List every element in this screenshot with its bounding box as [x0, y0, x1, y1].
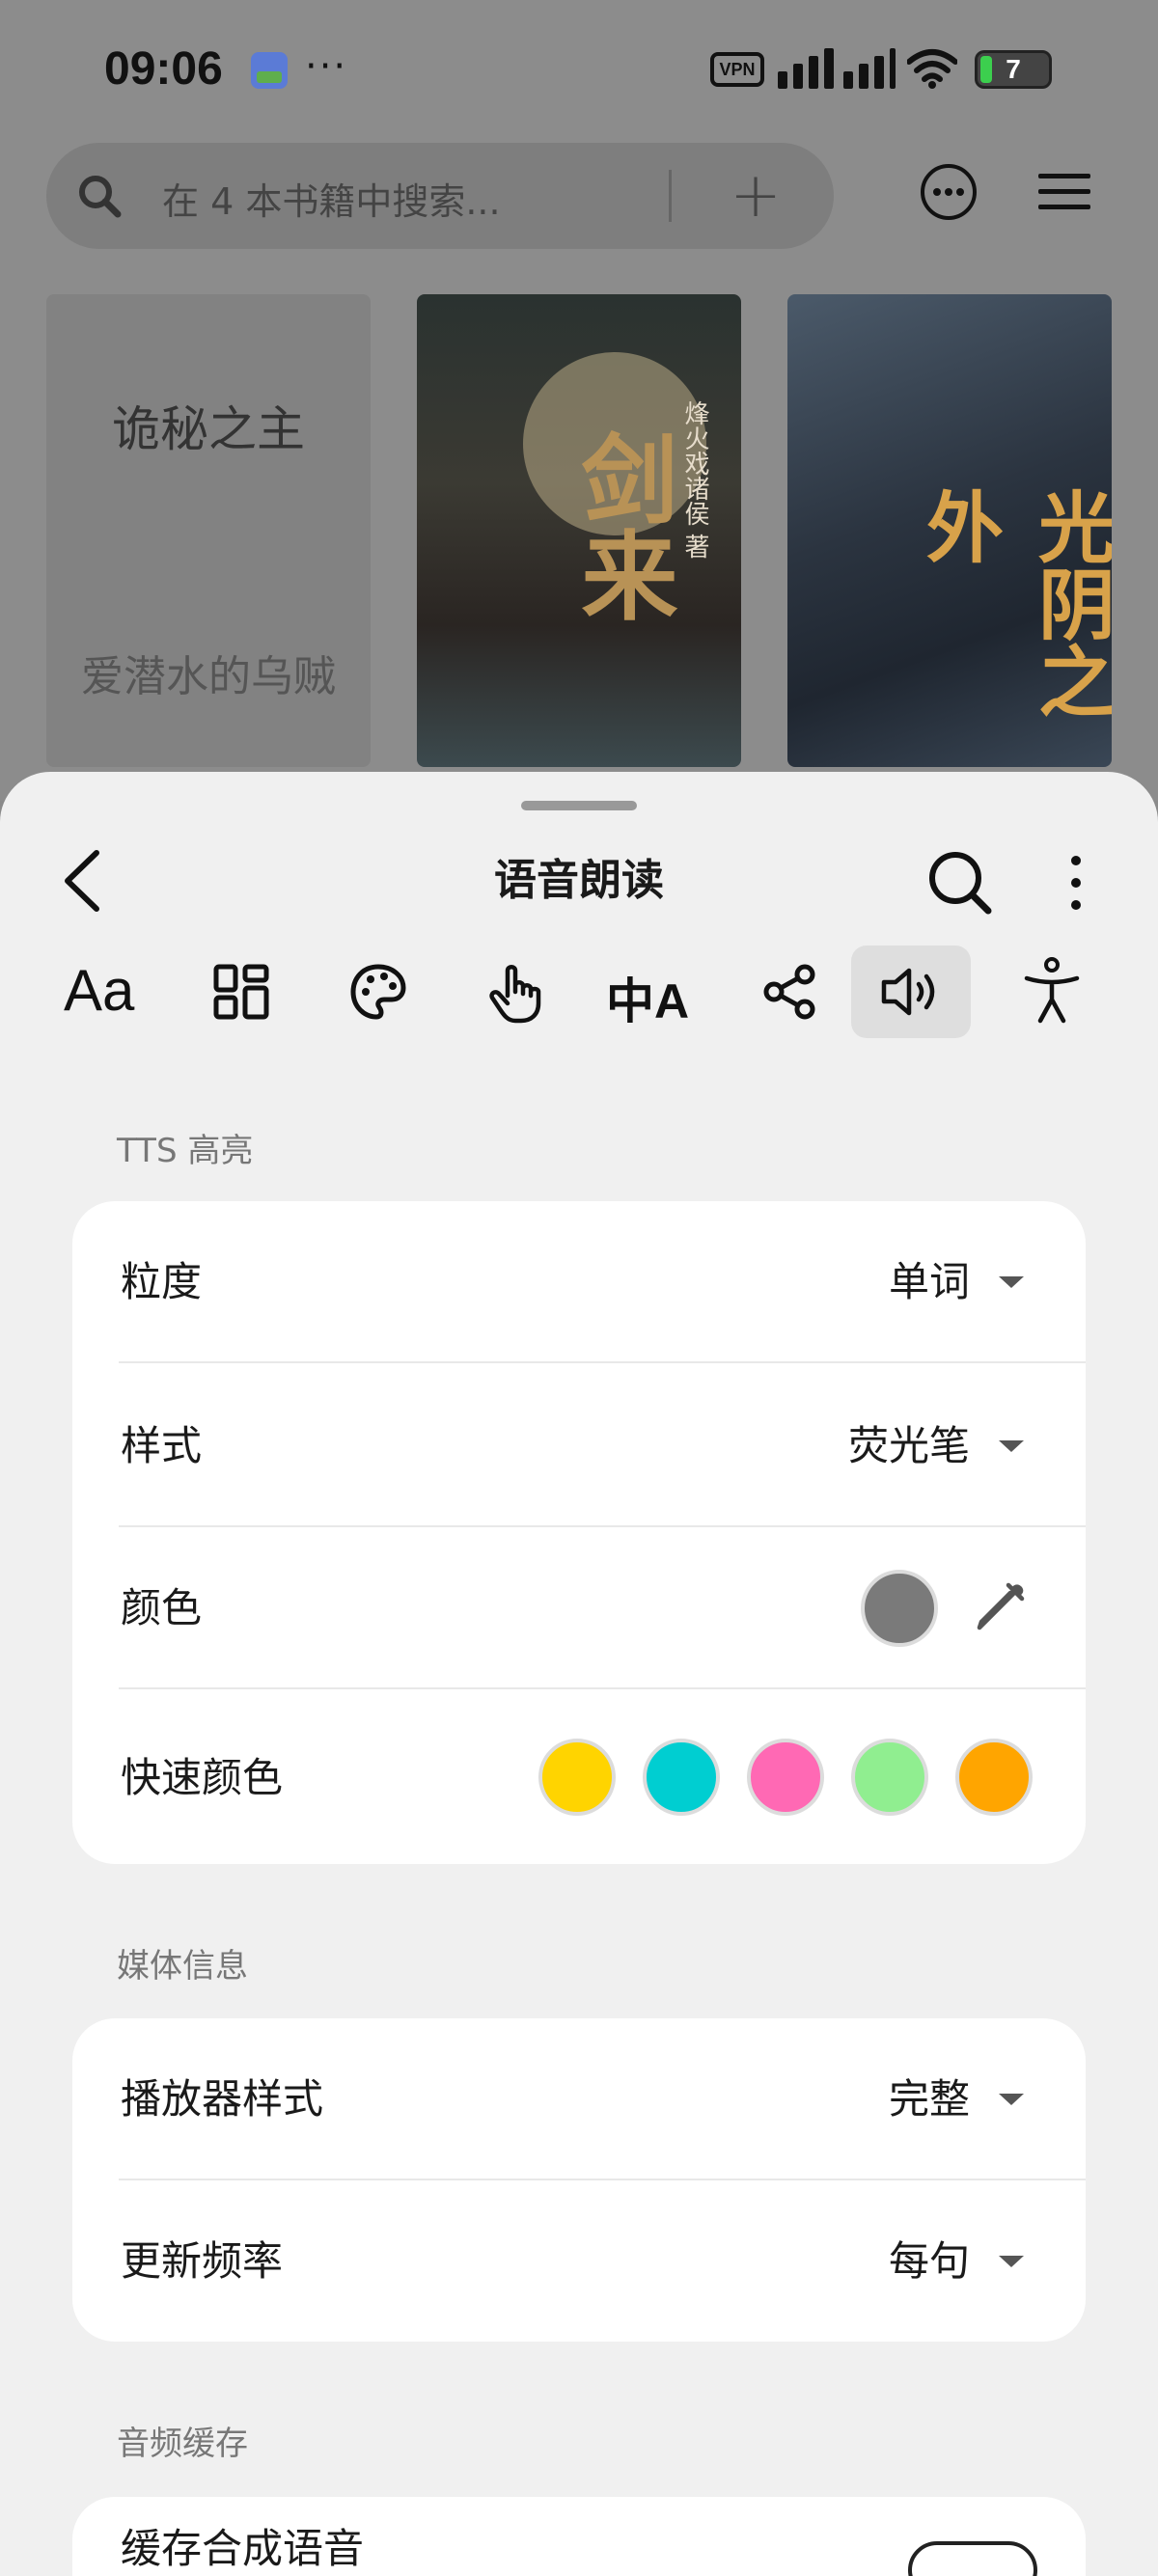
- settings-category-toolbar: Aa 中A: [46, 945, 1112, 1042]
- library-background: 09:06 ··· VPN 7 在 4 本书籍中搜索... + 诡秘之主 爱潜水…: [0, 0, 1158, 801]
- section-label-tts-highlight: TTS 高亮: [117, 1132, 254, 1170]
- color-label: 颜色: [121, 1584, 203, 1631]
- style-row[interactable]: 样式 荧光笔: [72, 1365, 1086, 1527]
- quick-colors-row: 快速颜色: [72, 1691, 1086, 1853]
- speaker-icon: [881, 968, 935, 1016]
- quick-color-swatch[interactable]: [955, 1739, 1033, 1816]
- palette-icon: [350, 964, 406, 1020]
- book-title: 光阴之外: [914, 487, 1112, 719]
- touch-icon: [489, 965, 541, 1024]
- search-placeholder: 在 4 本书籍中搜索...: [162, 180, 501, 223]
- cache-synth-row[interactable]: 缓存合成语音: [72, 2497, 1086, 2576]
- wifi-icon: [907, 49, 957, 89]
- more-options-icon[interactable]: [919, 162, 979, 222]
- vpn-icon: VPN: [710, 52, 764, 87]
- accessibility-icon: [1024, 957, 1080, 1024]
- tab-layout[interactable]: [181, 945, 301, 1038]
- tab-theme[interactable]: [318, 945, 438, 1038]
- player-style-label: 播放器样式: [121, 2075, 324, 2123]
- translate-icon: 中A: [606, 974, 690, 1028]
- quick-color-swatch[interactable]: [851, 1739, 928, 1816]
- layout-icon: [213, 964, 269, 1020]
- search-divider: [669, 170, 672, 222]
- status-time: 09:06: [104, 43, 223, 95]
- search-icon: [79, 176, 122, 218]
- update-frequency-value: 每句: [888, 2237, 970, 2285]
- current-color-swatch[interactable]: [861, 1570, 938, 1647]
- eyedropper-icon[interactable]: [972, 1577, 1030, 1635]
- book-title: 剑来: [565, 429, 678, 622]
- book-author: 爱潜水的乌贼: [81, 652, 336, 701]
- granularity-row[interactable]: 粒度 单词: [72, 1201, 1086, 1363]
- settings-bottom-sheet: 语音朗读 Aa 中A TTS 高亮 粒度 单词 样式 荧光笔 颜色 快速颜色 媒…: [0, 772, 1158, 2576]
- granularity-value: 单词: [888, 1258, 970, 1305]
- quick-color-swatch[interactable]: [747, 1739, 824, 1816]
- tab-accessibility[interactable]: [992, 945, 1112, 1038]
- tab-gestures[interactable]: [455, 945, 575, 1038]
- search-icon[interactable]: [926, 849, 994, 917]
- app-notification-icon: [251, 52, 288, 89]
- cache-synth-label: 缓存合成语音: [121, 2525, 365, 2572]
- tab-read-aloud[interactable]: [851, 945, 971, 1038]
- drag-handle[interactable]: [521, 801, 637, 810]
- chevron-down-icon: [999, 2094, 1024, 2105]
- book-cover-1[interactable]: 诡秘之主 爱潜水的乌贼: [46, 294, 371, 767]
- book-title: 诡秘之主: [112, 401, 305, 457]
- quick-color-swatch[interactable]: [538, 1739, 616, 1816]
- more-notifications-icon: ···: [305, 44, 348, 89]
- book-cover-2[interactable]: 剑来 烽火戏诸侯 著: [417, 294, 741, 767]
- section-label-media-info: 媒体信息: [117, 1947, 248, 1986]
- chevron-down-icon: [999, 1276, 1024, 1288]
- hamburger-menu-icon[interactable]: [1038, 172, 1090, 212]
- update-frequency-row[interactable]: 更新频率 每句: [72, 2180, 1086, 2342]
- chevron-down-icon: [999, 1440, 1024, 1452]
- style-value: 荧光笔: [847, 1422, 970, 1469]
- font-icon: Aa: [64, 958, 135, 1023]
- signal-icon: [778, 48, 896, 89]
- media-info-card: 播放器样式 完整 更新频率 每句: [72, 2018, 1086, 2342]
- audio-cache-card: 缓存合成语音: [72, 2497, 1086, 2576]
- section-label-audio-cache: 音频缓存: [117, 2425, 248, 2463]
- library-search-bar[interactable]: 在 4 本书籍中搜索... +: [46, 143, 834, 249]
- tab-translate[interactable]: 中A: [593, 945, 712, 1038]
- update-frequency-label: 更新频率: [121, 2237, 284, 2285]
- cache-synth-toggle[interactable]: [908, 2541, 1037, 2576]
- tab-share[interactable]: [730, 945, 849, 1038]
- book-cover-3[interactable]: 光阴之外: [787, 294, 1112, 767]
- status-bar: 09:06 ··· VPN 7: [0, 0, 1158, 135]
- player-style-value: 完整: [888, 2075, 970, 2123]
- tts-highlight-card: 粒度 单词 样式 荧光笔 颜色 快速颜色: [72, 1201, 1086, 1864]
- add-book-button[interactable]: +: [722, 162, 789, 230]
- style-label: 样式: [121, 1422, 203, 1469]
- divider: [119, 1687, 1086, 1689]
- granularity-label: 粒度: [121, 1258, 203, 1305]
- quick-color-swatch[interactable]: [643, 1739, 720, 1816]
- book-author: 烽火戏诸侯 著: [680, 400, 709, 560]
- divider: [119, 1361, 1086, 1363]
- color-row: 颜色: [72, 1527, 1086, 1689]
- tab-font[interactable]: Aa: [46, 945, 166, 1038]
- share-icon: [763, 964, 815, 1020]
- battery-charging-icon: 7: [975, 50, 1052, 89]
- chevron-down-icon: [999, 2256, 1024, 2267]
- quick-colors-label: 快速颜色: [121, 1754, 284, 1801]
- kebab-menu-icon[interactable]: [1062, 849, 1090, 917]
- player-style-row[interactable]: 播放器样式 完整: [72, 2018, 1086, 2180]
